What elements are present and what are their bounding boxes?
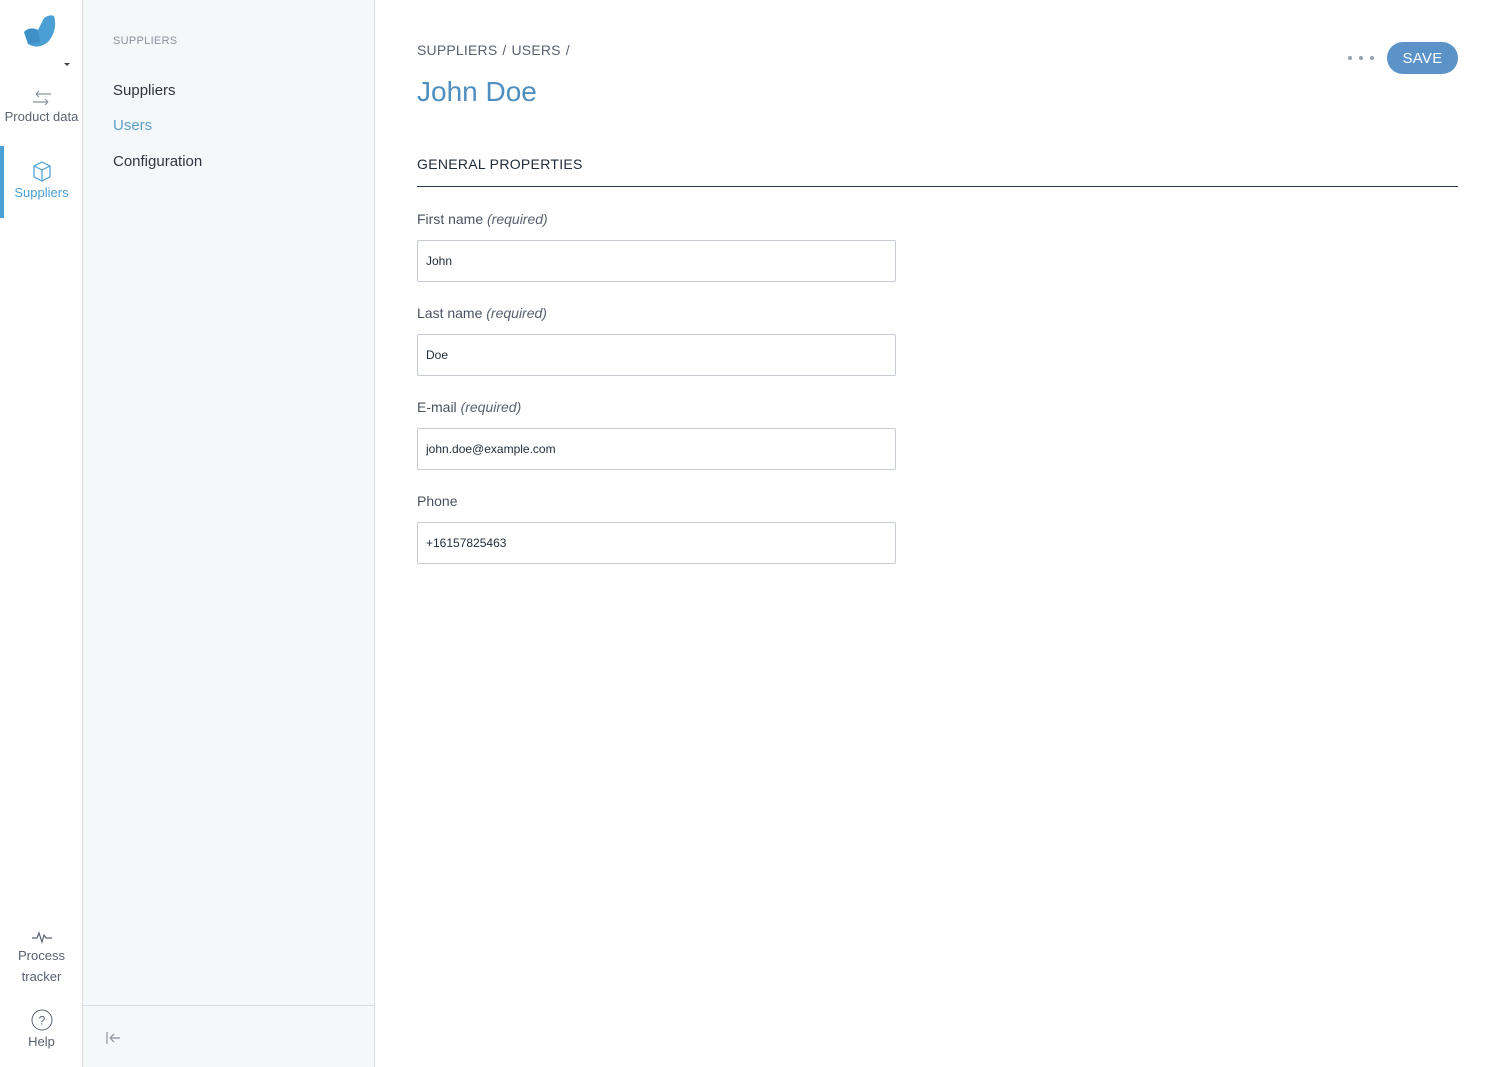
rail-item-process-tracker[interactable]: Process tracker (0, 929, 83, 987)
subnav-item-configuration[interactable]: Configuration (113, 153, 202, 170)
page-title: John Doe (417, 76, 537, 107)
arrows-exchange-icon (32, 90, 51, 106)
subnav-footer (83, 1005, 374, 1067)
field-label-text: Phone (417, 493, 458, 509)
subnav-item-users[interactable]: Users (113, 117, 152, 134)
pulse-icon (31, 931, 52, 945)
breadcrumb: SUPPLIERS / USERS / (417, 42, 575, 58)
app-logo-icon[interactable] (20, 12, 60, 52)
section-title-general-properties: GENERAL PROPERTIES (417, 156, 1458, 187)
logo-caret-icon[interactable] (64, 63, 70, 66)
subnav-item-suppliers[interactable]: Suppliers (113, 82, 176, 99)
save-button[interactable]: SAVE (1387, 42, 1458, 74)
required-hint: (required) (460, 399, 522, 415)
breadcrumb-separator: / (502, 42, 507, 58)
dot-icon (1370, 56, 1374, 60)
email-field[interactable] (417, 428, 896, 470)
required-hint: (required) (486, 305, 547, 321)
first-name-label: First name (required) (417, 211, 548, 227)
question-circle-icon: ? (31, 1009, 52, 1031)
secondary-nav: SUPPLIERS Suppliers Users Configuration (83, 0, 375, 1067)
more-options-button[interactable] (1348, 48, 1374, 68)
rail-item-label: Suppliers (14, 185, 69, 200)
app-rail: Product data Suppliers Process tracker ?… (0, 0, 83, 1067)
field-label-text: E-mail (417, 399, 457, 415)
last-name-field[interactable] (417, 334, 896, 376)
dot-icon (1359, 56, 1363, 60)
rail-item-label: Help (28, 1034, 55, 1049)
field-label-text: Last name (417, 305, 483, 321)
rail-item-label: Process tracker (18, 948, 65, 984)
rail-item-label: Product data (4, 109, 79, 124)
field-label-text: First name (417, 211, 484, 227)
first-name-field[interactable] (417, 240, 896, 282)
rail-item-suppliers[interactable]: Suppliers (0, 146, 83, 218)
main-content: SUPPLIERS / USERS / John Doe SAVE GENERAL P… (375, 0, 1500, 1067)
phone-field[interactable] (417, 522, 896, 564)
required-hint: (required) (487, 211, 548, 227)
collapse-sidebar-icon[interactable] (103, 1028, 123, 1048)
subnav-section-label: SUPPLIERS (113, 35, 178, 47)
rail-item-help[interactable]: ? Help (0, 1009, 83, 1052)
last-name-label: Last name (required) (417, 305, 547, 321)
rail-item-product-data[interactable]: Product data (0, 90, 83, 127)
breadcrumb-users[interactable]: USERS (511, 42, 560, 58)
breadcrumb-suppliers[interactable]: SUPPLIERS (417, 42, 497, 58)
dot-icon (1348, 56, 1352, 60)
svg-text:?: ? (38, 1014, 45, 1028)
phone-label: Phone (417, 493, 457, 509)
box-icon (32, 161, 51, 182)
email-label: E-mail (required) (417, 399, 521, 415)
breadcrumb-separator: / (565, 42, 570, 58)
